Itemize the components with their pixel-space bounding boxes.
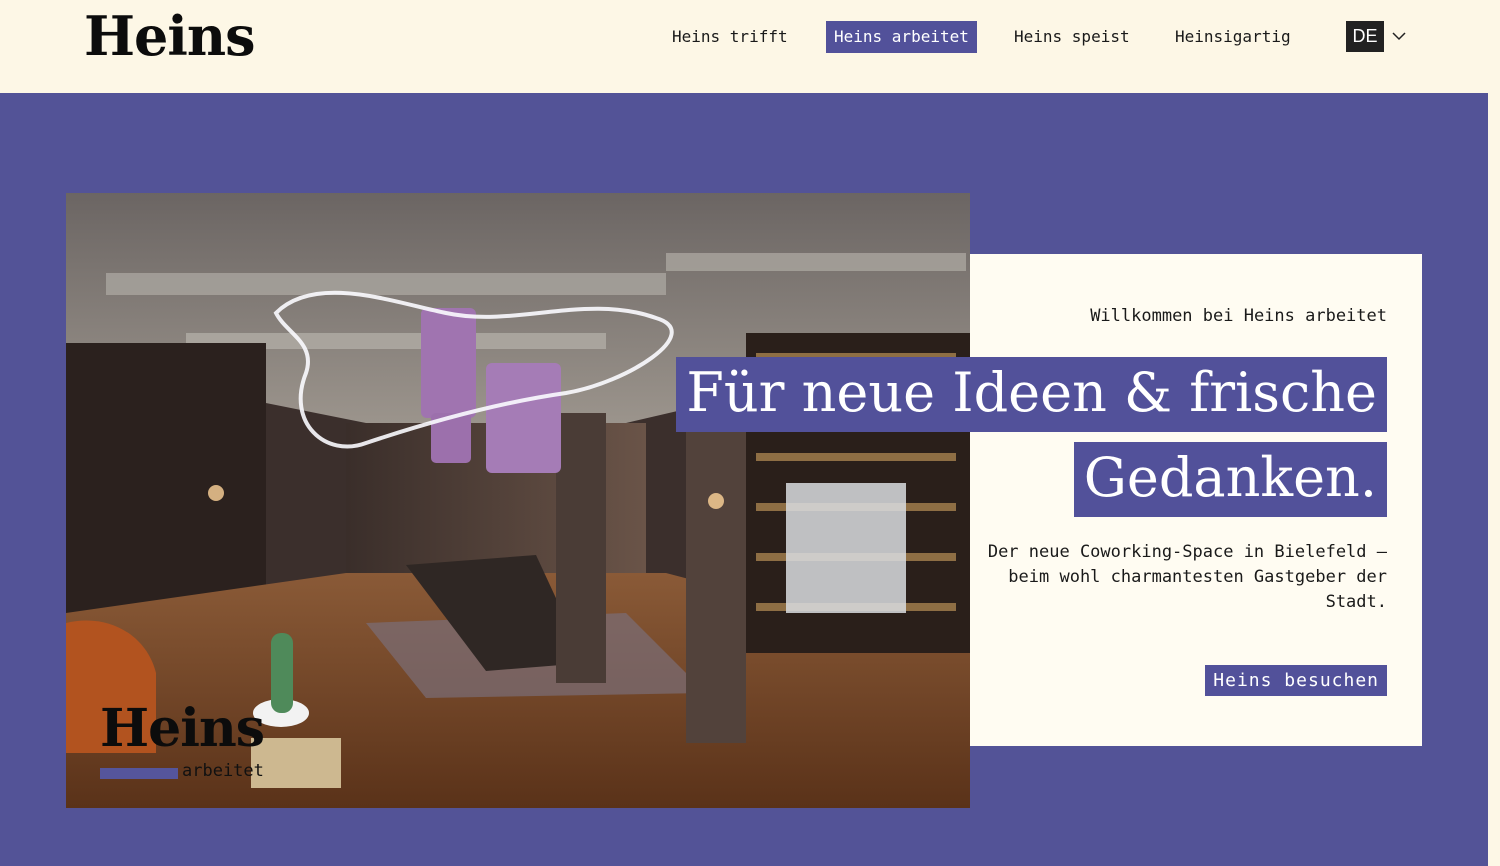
nav-item-heins-speist[interactable]: Heins speist [1006,21,1138,53]
photo-logo-sub: arbeitet [182,761,264,781]
coworking-photo: Heins arbeitet [66,193,970,808]
headline-line-2: Gedanken. [1073,442,1387,517]
language-selector[interactable]: DE [1346,21,1384,52]
main-nav: Heins trifft Heins arbeitet Heins speist… [0,21,1500,53]
photo-logo: Heins arbeitet [100,698,265,781]
photo-logo-bar [100,768,178,779]
site-header: Heins Heins trifft Heins arbeitet Heins … [0,0,1500,93]
nav-item-heinsigartig[interactable]: Heinsigartig [1167,21,1299,53]
photo-logo-word: Heins [100,698,265,759]
nav-item-heins-arbeitet[interactable]: Heins arbeitet [826,21,977,53]
nav-item-heins-trifft[interactable]: Heins trifft [664,21,796,53]
hero-description: Der neue Coworking-Space in Bielefeld – … [987,542,1387,612]
chevron-down-icon[interactable] [1390,27,1408,45]
welcome-text: Willkommen bei Heins arbeitet [1090,306,1387,326]
headline-line-1: Für neue Ideen & frische [676,357,1387,432]
visit-heins-button[interactable]: Heins besuchen [1205,665,1387,696]
page-edge [1488,93,1500,866]
